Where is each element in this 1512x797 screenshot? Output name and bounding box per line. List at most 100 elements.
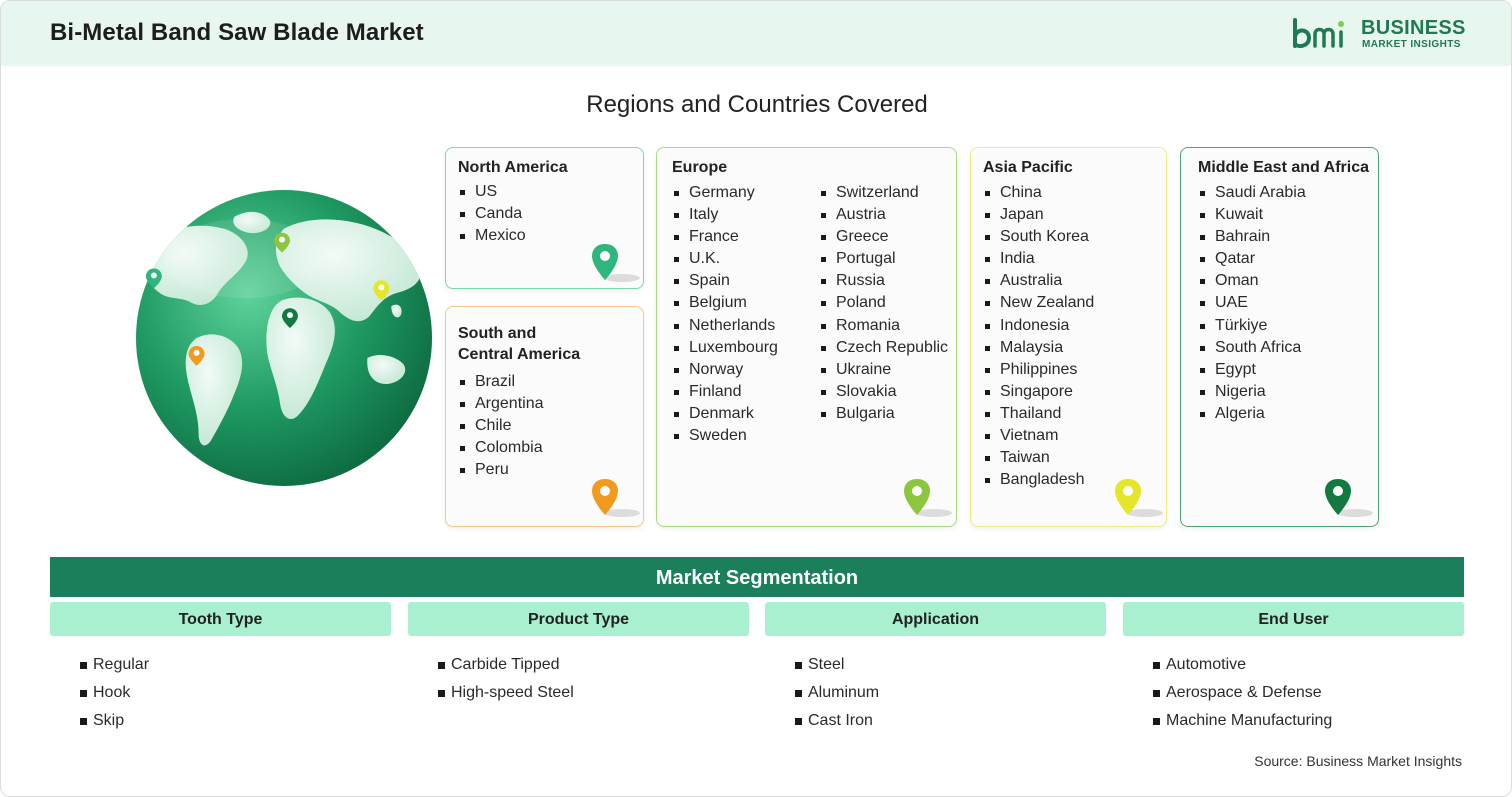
list-item: Sweden [672,425,778,447]
region-name: Europe [672,159,728,176]
list-item: Canda [458,203,526,225]
market-segmentation-bar: Market Segmentation [50,557,1464,597]
list-item: Qatar [1198,248,1306,270]
segment-heading-product-type: Product Type [408,602,749,636]
globe-icon [135,189,433,487]
list-item: Norway [672,359,778,381]
segment-list-tooth-type: Regular Hook Skip [80,651,149,735]
list-item: Netherlands [672,315,778,337]
list-item: Taiwan [983,447,1094,469]
list-item: Indonesia [983,315,1094,337]
list-item: Ukraine [819,359,948,381]
region-name: Middle East and Africa [1198,159,1369,176]
list-item: Switzerland [819,182,948,204]
list-item: Machine Manufacturing [1153,707,1332,735]
list-item: Kuwait [1198,204,1306,226]
list-item: Italy [672,204,778,226]
list-item: Bulgaria [819,403,948,425]
region-name: North America [458,159,568,176]
region-card-south-central-america: South and Central America Brazil Argentin… [445,306,644,527]
region-name: South and Central America [458,325,581,363]
list-item: Saudi Arabia [1198,182,1306,204]
list-item: Hook [80,679,149,707]
regions-title: Regions and Countries Covered [586,91,928,118]
list-item: Colombia [458,437,544,459]
list-item: New Zealand [983,292,1094,314]
list-item: US [458,181,526,203]
list-item: Automotive [1153,651,1332,679]
infographic-frame: Bi-Metal Band Saw Blade Market BUSINESS … [0,0,1512,797]
segment-heading-end-user: End User [1123,602,1464,636]
segment-list-product-type: Carbide Tipped High-speed Steel [438,651,574,707]
list-item: Bangladesh [983,469,1094,491]
region-card-middle-east-africa: Middle East and Africa Saudi Arabia Kuwa… [1180,147,1379,527]
map-pin-icon [904,479,952,517]
list-item: Carbide Tipped [438,651,574,679]
list-item: U.K. [672,248,778,270]
list-item: Aerospace & Defense [1153,679,1332,707]
list-item: Japan [983,204,1094,226]
list-item: Australia [983,270,1094,292]
list-item: Peru [458,459,544,481]
list-item: South Africa [1198,337,1306,359]
list-item: Aluminum [795,679,879,707]
company-logo[interactable]: BUSINESS MARKET INSIGHTS [1291,16,1471,52]
region-name: Asia Pacific [983,159,1073,176]
list-item: Finland [672,381,778,403]
list-item: Mexico [458,225,526,247]
list-item: China [983,182,1094,204]
list-item: Skip [80,707,149,735]
segment-heading-application: Application [765,602,1106,636]
list-item: Germany [672,182,778,204]
source-note: Source: Business Market Insights [1254,753,1462,769]
list-item: Bahrain [1198,226,1306,248]
list-item: Nigeria [1198,381,1306,403]
list-item: Romania [819,315,948,337]
country-list: US Canda Mexico [458,181,526,247]
list-item: Brazil [458,371,544,393]
country-list: China Japan South Korea India Australia … [983,182,1094,491]
logo-text-market-insights: MARKET INSIGHTS [1362,39,1461,50]
country-list: Saudi Arabia Kuwait Bahrain Qatar Oman U… [1198,182,1306,425]
map-pin-icon [1115,479,1163,517]
country-list: Germany Italy France U.K. Spain Belgium … [672,182,778,447]
list-item: Algeria [1198,403,1306,425]
list-item: Egypt [1198,359,1306,381]
bmi-logo-icon [1293,18,1344,48]
map-pin-icon [1325,479,1373,517]
list-item: Slovakia [819,381,948,403]
page-title: Bi-Metal Band Saw Blade Market [50,19,424,46]
list-item: Steel [795,651,879,679]
list-item: High-speed Steel [438,679,574,707]
country-list: Switzerland Austria Greece Portugal Russ… [819,182,948,425]
list-item: Luxembourg [672,337,778,359]
list-item: Regular [80,651,149,679]
region-card-north-america: North America US Canda Mexico [445,147,644,289]
list-item: Vietnam [983,425,1094,447]
map-pin-icon [592,479,640,517]
segment-list-end-user: Automotive Aerospace & Defense Machine M… [1153,651,1332,735]
map-pin-icon [592,244,640,282]
list-item: Greece [819,226,948,248]
list-item: Czech Republic [819,337,948,359]
list-item: India [983,248,1094,270]
list-item: South Korea [983,226,1094,248]
list-item: France [672,226,778,248]
header-bar: Bi-Metal Band Saw Blade Market BUSINESS … [1,1,1511,66]
list-item: Austria [819,204,948,226]
list-item: Türkiye [1198,315,1306,337]
country-list: Brazil Argentina Chile Colombia Peru [458,371,544,481]
list-item: Belgium [672,292,778,314]
list-item: Oman [1198,270,1306,292]
list-item: Philippines [983,359,1094,381]
list-item: Denmark [672,403,778,425]
list-item: Poland [819,292,948,314]
list-item: Russia [819,270,948,292]
list-item: Singapore [983,381,1094,403]
region-card-europe: Europe Germany Italy France U.K. Spain B… [656,147,957,527]
list-item: Thailand [983,403,1094,425]
list-item: Chile [458,415,544,437]
region-card-asia-pacific: Asia Pacific China Japan South Korea Ind… [970,147,1167,527]
list-item: Argentina [458,393,544,415]
list-item: Spain [672,270,778,292]
